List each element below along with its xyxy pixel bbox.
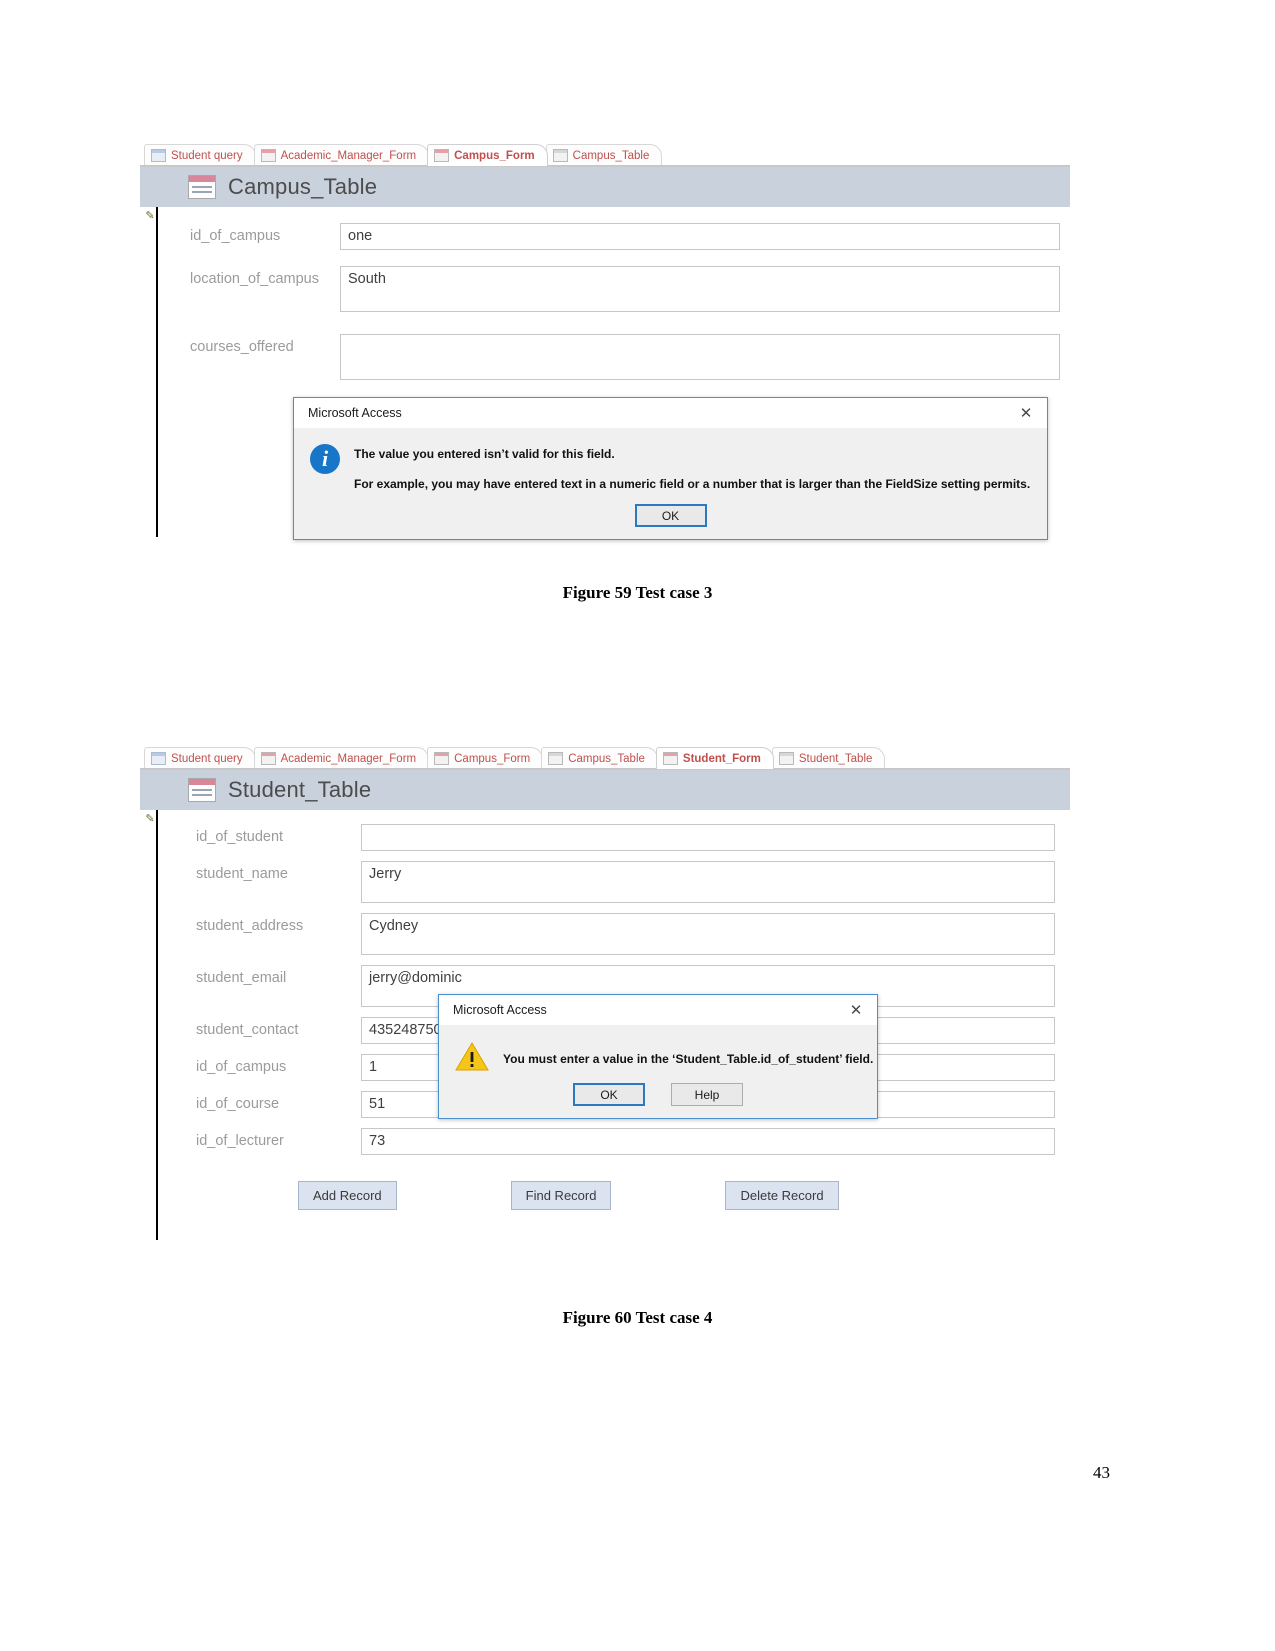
field-label-student-contact: student_contact: [196, 1022, 299, 1038]
tab-label: Campus_Table: [572, 149, 650, 162]
field-row: courses_offered: [158, 334, 1070, 380]
field-row: id_of_lecturer 73: [158, 1128, 1070, 1155]
dialog-messages: The value you entered isn’t valid for th…: [354, 444, 1030, 492]
field-input-courses-offered[interactable]: [340, 334, 1060, 380]
field-input-student-address[interactable]: Cydney: [361, 913, 1055, 955]
ok-button[interactable]: OK: [634, 504, 707, 528]
dialog-messages: You must enter a value in the ‘Student_T…: [503, 1041, 873, 1071]
field-label-id-of-student: id_of_student: [196, 829, 284, 845]
dialog-body: You must enter a value in the ‘Student_T…: [439, 1025, 877, 1075]
close-icon[interactable]: ✕: [839, 996, 873, 1024]
close-icon[interactable]: ✕: [1009, 399, 1043, 427]
field-label-id-of-campus: id_of_campus: [190, 228, 281, 244]
dialog-title: Microsoft Access: [453, 1003, 547, 1017]
field-row: student_address Cydney: [158, 913, 1070, 955]
add-record-button[interactable]: Add Record: [298, 1181, 397, 1210]
dialog-button-row: OK: [294, 496, 1047, 539]
ok-button[interactable]: OK: [573, 1083, 645, 1106]
tab-academic-manager-form[interactable]: Academic_Manager_Form: [253, 747, 430, 769]
access-window-student: Student query Academic_Manager_Form Camp…: [140, 744, 1070, 1240]
field-label-student-email: student_email: [196, 970, 287, 986]
table-icon: [548, 752, 564, 765]
table-icon: [778, 752, 794, 765]
tab-student-table[interactable]: Student_Table: [771, 747, 886, 769]
form-icon: [434, 149, 450, 162]
field-label-id-of-campus: id_of_campus: [196, 1059, 287, 1075]
field-row: location_of_campus South: [158, 266, 1070, 312]
dialog-message-secondary: For example, you may have entered text i…: [354, 477, 1031, 492]
field-label-location-of-campus: location_of_campus: [190, 271, 319, 287]
tab-campus-form[interactable]: Campus_Form: [427, 747, 544, 769]
table-icon: [552, 149, 568, 162]
tab-label: Academic_Manager_Form: [280, 752, 417, 765]
form-header-2: Student_Table: [140, 770, 1070, 810]
field-input-id-of-lecturer[interactable]: 73: [361, 1128, 1055, 1155]
form-detail-section-1: ✎ id_of_campus one location_of_campus So…: [145, 207, 1070, 541]
dialog-required-value: Microsoft Access ✕ You must enter a valu…: [438, 994, 878, 1119]
dialog-button-row: OK Help: [439, 1075, 877, 1118]
dialog-title-bar: Microsoft Access ✕: [439, 995, 877, 1025]
tab-student-form[interactable]: Student_Form: [655, 747, 774, 769]
dialog-title-bar: Microsoft Access ✕: [294, 398, 1047, 428]
tab-label: Academic_Manager_Form: [280, 149, 417, 162]
tab-label: Campus_Table: [568, 752, 645, 765]
dialog-message-primary: You must enter a value in the ‘Student_T…: [503, 1052, 874, 1066]
record-edit-pencil-icon: ✎: [145, 210, 155, 222]
tab-label: Student query: [171, 149, 243, 162]
access-window-campus: Student query Academic_Manager_Form Camp…: [140, 141, 1070, 541]
form-icon: [434, 752, 450, 765]
tab-academic-manager-form[interactable]: Academic_Manager_Form: [253, 144, 430, 166]
figure-caption-60: Figure 60 Test case 4: [562, 1308, 713, 1327]
form-icon: [260, 752, 276, 765]
warning-icon: [455, 1041, 489, 1071]
tab-label: Student query: [171, 752, 243, 765]
tab-label: Student_Form: [682, 752, 761, 765]
tab-campus-table[interactable]: Campus_Table: [541, 747, 658, 769]
dialog-body: i The value you entered isn’t valid for …: [294, 428, 1047, 496]
info-icon: i: [310, 444, 340, 474]
tab-campus-form[interactable]: Campus_Form: [427, 144, 548, 166]
field-row: id_of_student: [158, 824, 1070, 851]
tab-student-query[interactable]: Student query: [144, 747, 256, 769]
delete-record-button[interactable]: Delete Record: [725, 1181, 839, 1210]
query-icon: [151, 752, 166, 765]
query-icon: [151, 149, 166, 162]
field-row: student_name Jerry: [158, 861, 1070, 903]
record-edit-pencil-icon: ✎: [145, 813, 155, 825]
field-input-id-of-campus[interactable]: one: [340, 223, 1060, 250]
page-title: Student_Table: [228, 777, 372, 802]
form-detail-section-2: ✎ id_of_student student_name Jerry stude…: [145, 810, 1070, 1240]
document-tab-bar-1[interactable]: Student query Academic_Manager_Form Camp…: [140, 141, 1070, 167]
dialog-message-primary: The value you entered isn’t valid for th…: [354, 447, 615, 461]
field-input-student-name[interactable]: Jerry: [361, 861, 1055, 903]
field-label-student-name: student_name: [196, 866, 288, 882]
tab-label: Campus_Form: [454, 752, 531, 765]
page-number: 43: [1093, 1463, 1110, 1482]
dialog-invalid-value: Microsoft Access ✕ i The value you enter…: [293, 397, 1048, 541]
page-title: Campus_Table: [228, 174, 378, 199]
field-row: id_of_campus one: [158, 223, 1070, 250]
table-icon: [188, 778, 216, 802]
tab-label: Student_Table: [798, 752, 873, 765]
field-input-location-of-campus[interactable]: South: [340, 266, 1060, 312]
field-label-id-of-lecturer: id_of_lecturer: [196, 1133, 284, 1149]
help-button[interactable]: Help: [671, 1083, 743, 1106]
record-action-bar: Add Record Find Record Delete Record: [158, 1165, 1070, 1210]
find-record-button[interactable]: Find Record: [510, 1181, 612, 1210]
field-label-student-address: student_address: [196, 918, 304, 934]
form-icon: [260, 149, 276, 162]
figure-caption-59: Figure 59 Test case 3: [562, 583, 713, 602]
form-icon: [662, 752, 678, 765]
form-header-1: Campus_Table: [140, 167, 1070, 207]
tab-student-query[interactable]: Student query: [144, 144, 256, 166]
dialog-title: Microsoft Access: [308, 406, 402, 420]
field-input-id-of-student[interactable]: [361, 824, 1055, 851]
tab-campus-table[interactable]: Campus_Table: [545, 144, 663, 166]
document-tab-bar-2[interactable]: Student query Academic_Manager_Form Camp…: [140, 744, 1070, 770]
tab-label: Campus_Form: [454, 149, 535, 162]
field-label-id-of-course: id_of_course: [196, 1096, 280, 1112]
table-icon: [188, 175, 216, 199]
field-label-courses-offered: courses_offered: [190, 339, 294, 355]
